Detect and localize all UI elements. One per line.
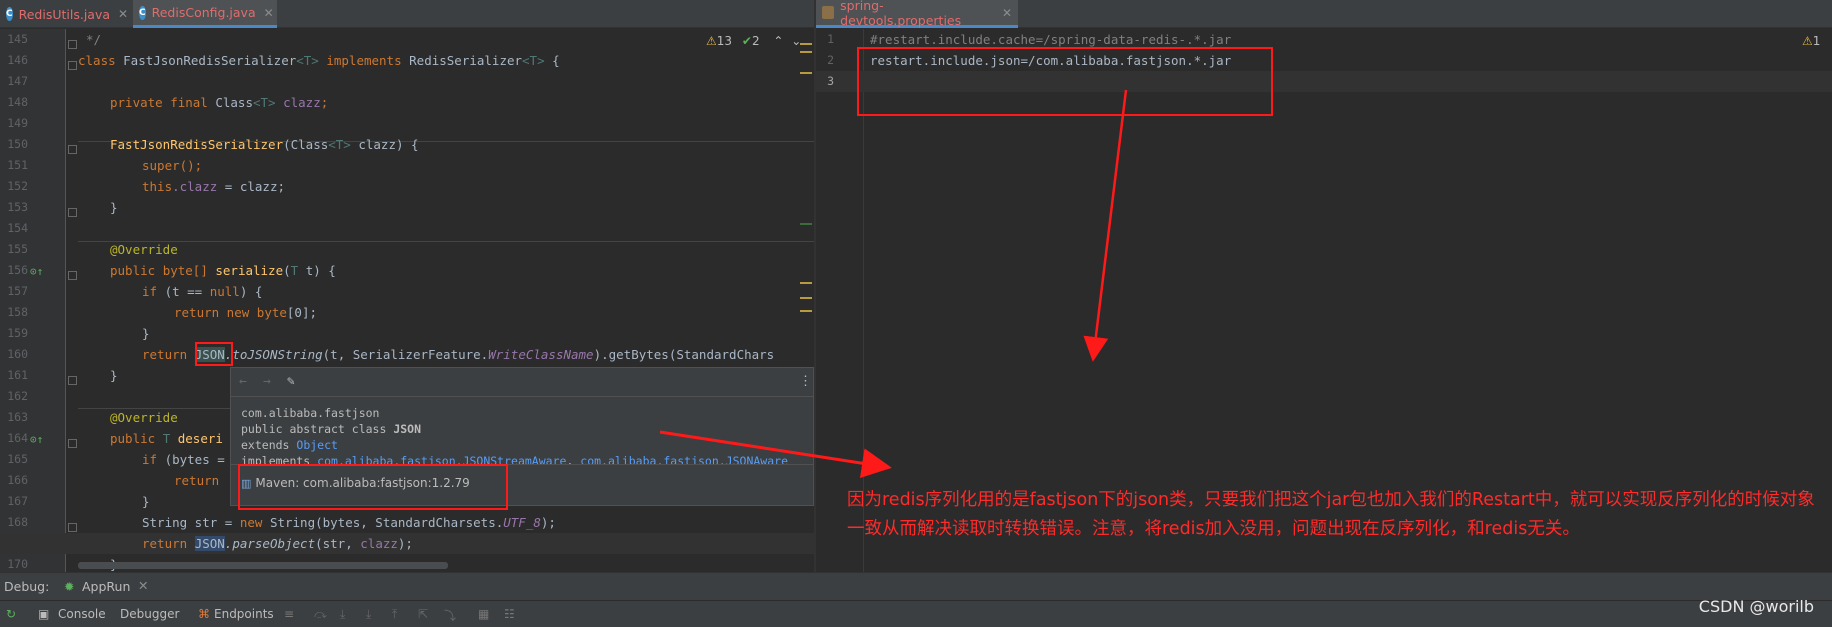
run-config-tab[interactable]: AppRun bbox=[82, 579, 130, 594]
debugger-tab[interactable]: Debugger bbox=[120, 607, 179, 621]
layout-icon[interactable]: ☷ bbox=[504, 607, 515, 621]
debug-toolbar: ↻ ▣ Console Debugger ⌘ Endpoints ≡ ⤼ ⤓ ⤓… bbox=[0, 600, 1832, 627]
console-tab[interactable]: Console bbox=[58, 607, 106, 621]
bug-icon: ✹ bbox=[64, 579, 75, 594]
evaluate-icon[interactable]: ▦ bbox=[478, 607, 489, 621]
step-out-icon[interactable]: ⤒ bbox=[392, 607, 397, 622]
close-icon[interactable]: ✕ bbox=[138, 578, 148, 593]
csdn-watermark: CSDN @worilb bbox=[1698, 597, 1814, 616]
drop-frame-icon[interactable]: ⇱ bbox=[418, 607, 428, 621]
step-into-icon[interactable]: ⤓ bbox=[340, 607, 345, 622]
menu-icon[interactable]: ≡ bbox=[284, 607, 294, 621]
debug-tool-window-header: Debug: ✹ AppRun ✕ bbox=[0, 572, 1832, 600]
force-step-into-icon[interactable]: ⤓ bbox=[366, 607, 371, 622]
step-over-icon[interactable]: ⤼ bbox=[314, 607, 327, 622]
endpoints-icon: ⌘ bbox=[198, 607, 210, 621]
console-icon: ▣ bbox=[38, 607, 50, 621]
rerun-icon[interactable]: ↻ bbox=[6, 607, 16, 621]
arrow-right bbox=[659, 430, 892, 479]
run-to-cursor-icon[interactable]: ⤵ bbox=[444, 607, 456, 624]
annotation-note: 因为redis序列化用的是fastjson下的json类，只要我们把这个jar包… bbox=[847, 490, 1815, 539]
debug-label: Debug: bbox=[4, 579, 50, 594]
arrow-down bbox=[1083, 89, 1128, 362]
endpoints-tab[interactable]: Endpoints bbox=[214, 607, 274, 621]
